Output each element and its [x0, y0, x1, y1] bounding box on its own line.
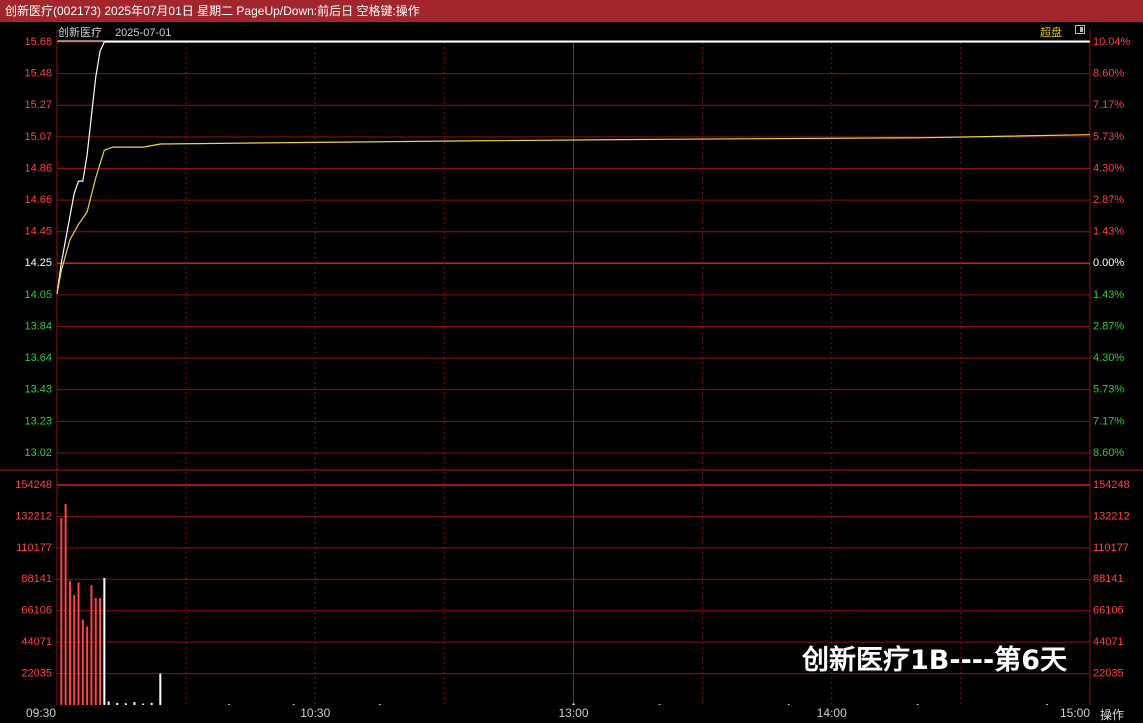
price-tick-label: 15.07 [24, 131, 52, 143]
pct-tick-label: 0.00% [1093, 257, 1124, 269]
window-title-bar: 创新医疗(002173) 2025年07月01日 星期二 PageUp/Down… [0, 0, 1143, 22]
date-label: 2025-07-01 [115, 27, 172, 39]
pct-tick-label: 7.17% [1093, 415, 1124, 427]
price-tick-label: 15.27 [24, 99, 52, 111]
time-tick-label: 13:00 [558, 706, 588, 720]
price-tick-label: 14.66 [24, 194, 52, 206]
pct-tick-label: 5.73% [1093, 384, 1124, 396]
window-title: 创新医疗(002173) 2025年07月01日 星期二 PageUp/Down… [5, 4, 420, 18]
volume-tick-label: 22035 [21, 667, 52, 679]
volume-tick-label: 88141 [21, 573, 52, 585]
price-tick-label: 15.68 [24, 36, 52, 48]
window-toggle-icon[interactable] [1075, 25, 1085, 34]
pct-tick-label: 10.04% [1093, 36, 1131, 48]
time-tick-label: 09:30 [26, 706, 56, 720]
price-tick-label: 13.43 [24, 384, 52, 396]
volume-tick-label: 66106 [21, 605, 52, 617]
pct-tick-label: 8.60% [1093, 447, 1124, 459]
pct-tick-label: 2.87% [1093, 320, 1124, 332]
pct-tick-label: 7.17% [1093, 99, 1124, 111]
price-tick-label: 14.45 [24, 226, 52, 238]
volume-tick-label-right: 154248 [1093, 479, 1130, 491]
pct-tick-label: 1.43% [1093, 226, 1124, 238]
volume-tick-label-right: 132212 [1093, 510, 1130, 522]
time-tick-label: 10:30 [300, 706, 330, 720]
price-tick-label: 13.84 [24, 320, 52, 332]
intraday-chart[interactable]: 15.68 10.04% 15.48 8.60% 15.27 7.17% 15.07 5.73… [0, 22, 1143, 723]
price-tick-label: 13.23 [24, 415, 52, 427]
price-tick-label: 13.02 [24, 447, 52, 459]
volume-tick-label: 44071 [21, 636, 52, 648]
operate-button[interactable]: 操作 [1100, 706, 1124, 723]
stock-name-label: 创新医疗 [58, 27, 102, 39]
volume-tick-label-right: 44071 [1093, 636, 1124, 648]
chart-subtitle: 创新医疗 2025-07-01 [58, 24, 181, 40]
volume-tick-label-right: 88141 [1093, 573, 1124, 585]
price-tick-label: 15.48 [24, 68, 52, 80]
volume-tick-label-right: 110177 [1093, 542, 1129, 554]
pct-tick-label: 1.43% [1093, 289, 1124, 301]
pct-tick-label: 5.73% [1093, 131, 1124, 143]
time-tick-label: 15:00 [1060, 706, 1090, 720]
volume-tick-label-right: 22035 [1093, 667, 1124, 679]
price-tick-label: 14.05 [24, 289, 52, 301]
volume-tick-label: 110177 [16, 542, 52, 554]
pct-tick-label: 8.60% [1093, 68, 1124, 80]
volume-tick-label: 154248 [15, 479, 52, 491]
pct-tick-label: 4.30% [1093, 162, 1124, 174]
time-tick-label: 14:00 [817, 706, 847, 720]
chao-pan-button[interactable]: 超盘 [1040, 24, 1062, 40]
pct-tick-label: 4.30% [1093, 352, 1124, 364]
chart-area[interactable]: 15.68 10.04% 15.48 8.60% 15.27 7.17% 15.07 5.73… [0, 22, 1143, 723]
volume-tick-label: 132212 [15, 510, 52, 522]
watermark-caption: 创新医疗1B----第6天 [802, 645, 1067, 676]
price-tick-label: 14.25 [24, 257, 52, 269]
volume-tick-label-right: 66106 [1093, 605, 1124, 617]
pct-tick-label: 2.87% [1093, 194, 1124, 206]
price-tick-label: 14.86 [24, 162, 52, 174]
price-tick-label: 13.64 [24, 352, 52, 364]
